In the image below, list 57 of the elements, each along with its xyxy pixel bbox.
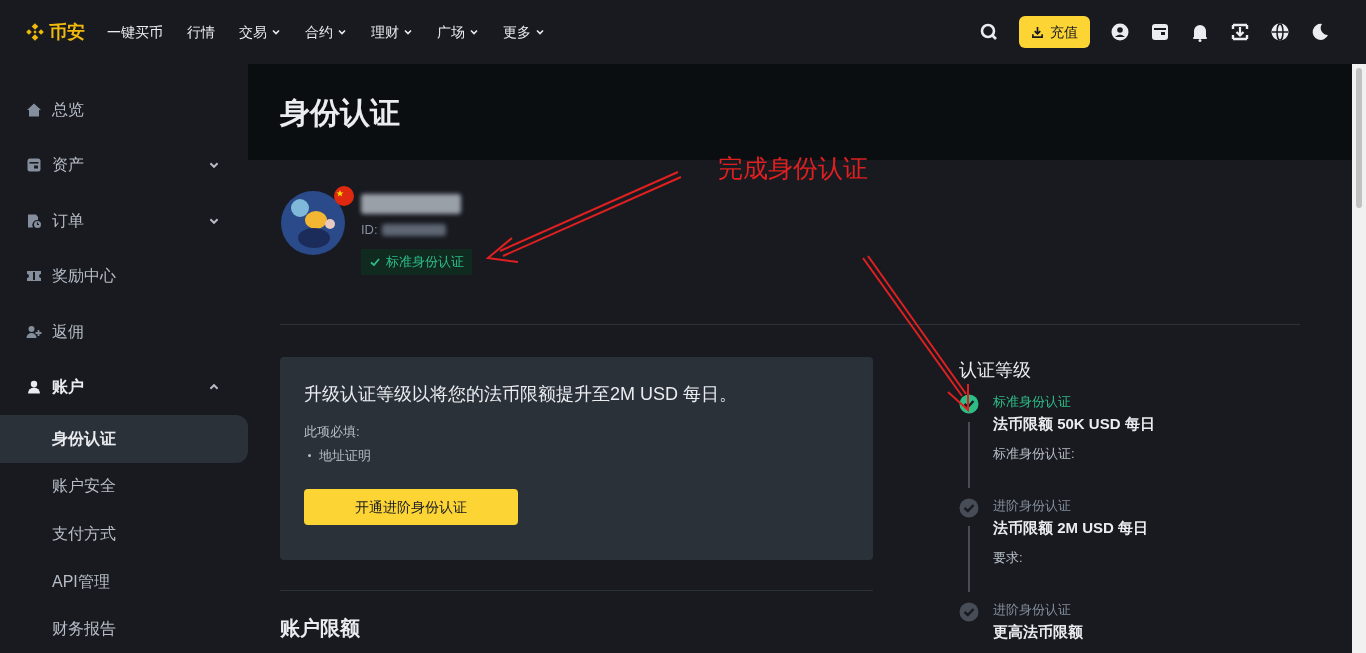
level-limit: 法币限额 2M USD 每日 (993, 517, 1148, 538)
user-plus-icon (26, 323, 42, 340)
deposit-button[interactable]: 充值 (1019, 16, 1090, 48)
blurred-id (381, 223, 446, 236)
level-limit: 法币限额 50K USD 每日 (993, 413, 1155, 434)
sidebar-subitem[interactable]: 身份认证 (0, 415, 248, 463)
sidebar-subitem[interactable]: 支付方式 (0, 510, 248, 558)
nav-link[interactable]: 广场 (437, 21, 479, 43)
wallet-icon (26, 157, 42, 174)
download-box-icon[interactable] (1230, 22, 1250, 42)
brand-name[interactable]: 币安 (49, 18, 85, 46)
moon-icon[interactable] (1310, 22, 1330, 42)
download-icon (1031, 25, 1044, 39)
flag-icon (334, 186, 354, 206)
nav-link[interactable]: 行情 (187, 21, 215, 43)
upgrade-button[interactable]: 开通进阶身份认证 (304, 489, 518, 525)
user-icon[interactable] (1110, 22, 1130, 42)
logo-icon[interactable] (24, 21, 46, 43)
home-icon (26, 101, 42, 118)
level-note: 要求: (993, 548, 1024, 567)
sidebar-item[interactable]: 总览 (0, 82, 248, 138)
sidebar-subitem[interactable]: API管理 (0, 557, 248, 606)
level-name: 进阶身份认证 (993, 497, 1072, 515)
search-icon[interactable] (979, 22, 999, 42)
sidebar-item[interactable]: 账户 (0, 359, 248, 416)
annotation-text: 完成身份认证 (718, 153, 868, 184)
sidebar-subitem[interactable]: 财务报告 (0, 605, 248, 653)
sidebar-item[interactable]: 订单 (0, 193, 248, 249)
nav-link[interactable]: 合约 (305, 21, 347, 43)
card-title: 升级认证等级以将您的法币限额提升至2M USD 每日。 (304, 383, 738, 406)
level-name: 进阶身份认证 (993, 601, 1072, 619)
id-label: ID: (361, 221, 378, 239)
requirement-item: 地址证明 (319, 446, 371, 465)
sidebar-item[interactable]: 奖励中心 (0, 248, 248, 305)
scrollbar-thumb[interactable] (1356, 68, 1362, 208)
wallet-icon[interactable] (1150, 22, 1170, 42)
nav-link[interactable]: 交易 (239, 21, 281, 43)
bell-icon[interactable] (1190, 22, 1210, 42)
nav-link[interactable]: 一键买币 (107, 21, 163, 43)
nav-link[interactable]: 更多 (503, 21, 545, 43)
sidebar-subitem[interactable]: 账户安全 (0, 462, 248, 511)
required-label: 此项必填: (304, 423, 361, 441)
level-name: 标准身份认证 (993, 393, 1072, 411)
globe-icon[interactable] (1270, 22, 1290, 42)
verified-badge: 标准身份认证 (361, 248, 472, 275)
sidebar-item[interactable]: 资产 (0, 137, 248, 194)
levels-title: 认证等级 (959, 359, 1032, 382)
sidebar-item[interactable]: 返佣 (0, 304, 248, 360)
level-note: 标准身份认证: (993, 444, 1076, 463)
bullet-icon (308, 453, 311, 457)
avatar (280, 190, 346, 256)
user-icon (26, 379, 42, 396)
section-title: 账户限额 (280, 616, 361, 641)
nav-link[interactable]: 理财 (371, 21, 413, 43)
page-title: 身份认证 (280, 94, 400, 131)
level-limit: 更高法币限额 (993, 621, 1083, 642)
order-icon (26, 212, 42, 229)
